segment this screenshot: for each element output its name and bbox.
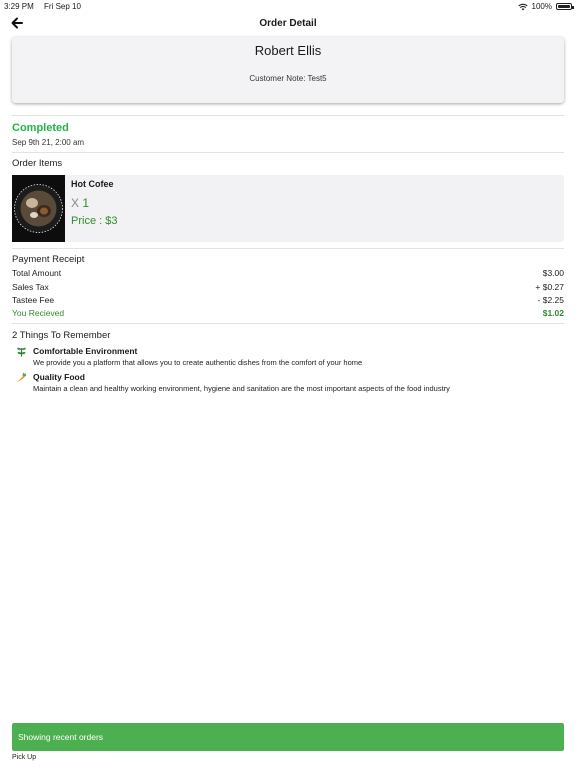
tip-title: Comfortable Environment <box>33 346 138 356</box>
battery-icon <box>556 3 574 10</box>
payment-receipt-title: Payment Receipt <box>12 254 85 265</box>
status-time: 3:29 PM <box>4 2 34 11</box>
toast-snackbar[interactable]: Showing recent orders <box>12 723 564 751</box>
toast-text: Showing recent orders <box>18 732 104 742</box>
order-date: Sep 9th 21, 2:00 am <box>12 138 85 147</box>
status-bar: 3:29 PM Fri Sep 10 100% <box>0 0 576 12</box>
order-status: Completed <box>12 122 69 134</box>
coffee-image-icon <box>12 175 65 242</box>
order-item-card[interactable]: Hot Cofee X 1 Price : $3 <box>12 175 564 242</box>
divider <box>12 115 564 116</box>
carrot-icon <box>17 372 27 383</box>
battery-percent: 100% <box>531 2 552 11</box>
item-quantity: X 1 <box>71 196 89 210</box>
page-title: Order Detail <box>259 18 317 29</box>
receipt-value: $3.00 <box>542 268 564 278</box>
order-items-title: Order Items <box>12 158 63 169</box>
item-price: Price : $3 <box>71 215 118 227</box>
item-image <box>12 175 65 242</box>
customer-note: Customer Note: Test5 <box>249 74 327 83</box>
leaf-icon <box>17 347 26 357</box>
divider <box>12 323 564 324</box>
receipt-label: Sales Tax <box>12 282 49 292</box>
receipt-label: You Recieved <box>12 308 65 318</box>
receipt-row-total: Total Amount $3.00 <box>12 268 564 278</box>
receipt-value: - $2.25 <box>537 295 564 305</box>
item-name: Hot Cofee <box>71 179 114 189</box>
receipt-label: Tastee Fee <box>12 295 55 305</box>
receipt-row-received: You Recieved $1.02 <box>12 308 564 318</box>
tip-title: Quality Food <box>33 372 85 382</box>
tip-description: We provide you a platform that allows yo… <box>33 358 363 367</box>
customer-name: Robert Ellis <box>254 43 322 58</box>
receipt-row-fee: Tastee Fee - $2.25 <box>12 295 564 305</box>
receipt-row-sales-tax: Sales Tax + $0.27 <box>12 282 564 292</box>
quantity-value: 1 <box>82 196 90 210</box>
quantity-prefix: X <box>71 196 80 210</box>
remember-title: 2 Things To Remember <box>12 330 111 341</box>
pickup-tab-label[interactable]: Pick Up <box>12 754 36 761</box>
divider <box>12 152 564 153</box>
receipt-value: $1.02 <box>542 308 564 318</box>
receipt-value: + $0.27 <box>535 282 564 292</box>
status-indicators: 100% <box>517 2 574 11</box>
customer-card: Robert Ellis Customer Note: Test5 <box>12 37 564 103</box>
status-time-date: 3:29 PM Fri Sep 10 <box>4 2 89 11</box>
tip-description: Maintain a clean and healthy working env… <box>33 384 450 393</box>
divider <box>12 248 564 249</box>
receipt-label: Total Amount <box>12 268 62 278</box>
nav-bar: Order Detail <box>0 14 576 34</box>
status-date: Fri Sep 10 <box>44 2 81 11</box>
wifi-icon <box>517 3 528 10</box>
